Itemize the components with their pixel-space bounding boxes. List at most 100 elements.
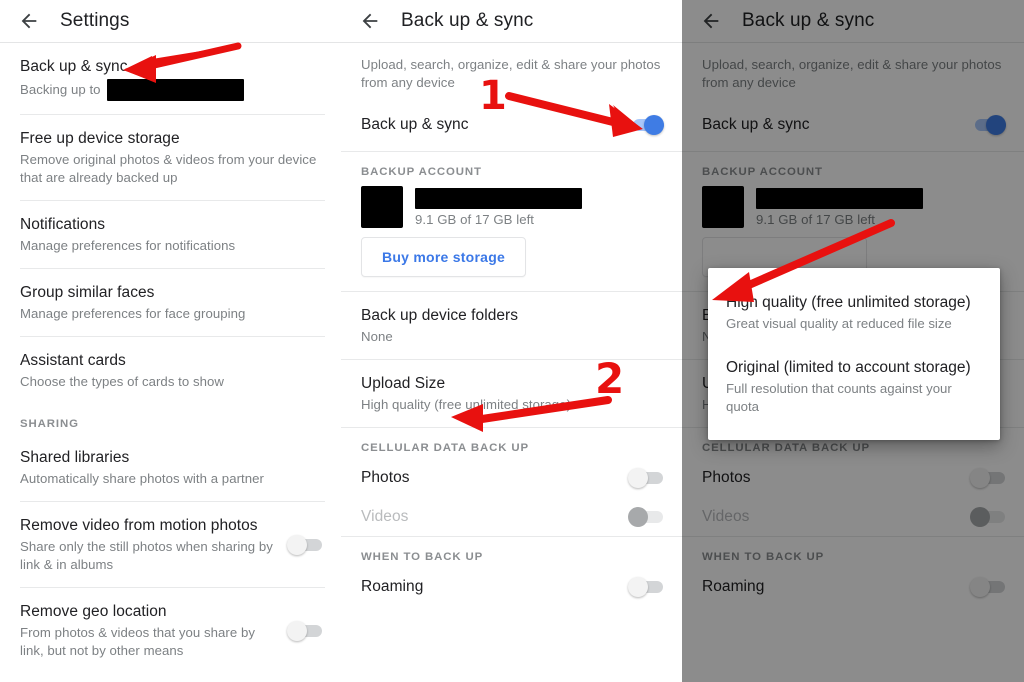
settings-item-remove-geo-location[interactable]: Remove geo location From photos & videos… [0, 588, 341, 673]
section-header-cellular: CELLULAR DATA BACK UP [361, 442, 530, 454]
toggle-cellular-photos[interactable] [970, 467, 1006, 488]
settings-item-title: Shared libraries [20, 449, 130, 466]
settings-item-title: Group similar faces [20, 284, 155, 301]
arrow-back-icon[interactable] [359, 10, 381, 32]
toggle-thumb [628, 506, 648, 527]
section-header-sharing: SHARING [20, 418, 79, 430]
toggle-backup-sync[interactable] [628, 114, 664, 135]
section-header-backup-account: BACKUP ACCOUNT [702, 166, 823, 178]
toggle-thumb [628, 576, 648, 597]
section-header-when-to-back-up: WHEN TO BACK UP [361, 551, 484, 563]
account-storage-text: 9.1 GB of 17 GB left [415, 212, 535, 227]
toggle-thumb [287, 534, 307, 555]
redacted-account-email-bar [415, 188, 582, 209]
dialog-option-subtitle: Full resolution that counts against your… [726, 381, 952, 414]
settings-item-subtitle: Choose the types of cards to show [20, 374, 224, 389]
backup-account-row[interactable]: 9.1 GB of 17 GB left [341, 182, 682, 231]
toggle-remove-geo-location[interactable] [287, 620, 323, 641]
when-item-roaming[interactable]: Roaming [341, 567, 682, 606]
redacted-account-bar [106, 79, 244, 101]
settings-item-shared-libraries[interactable]: Shared libraries Automatically share pho… [0, 434, 341, 501]
cellular-item-videos[interactable]: Videos [341, 497, 682, 536]
dialog-option-title: High quality (free unlimited storage) [726, 294, 971, 311]
redacted-avatar [361, 186, 403, 228]
backup-device-folders-title: Back up device folders [361, 307, 519, 324]
when-item-title: Roaming [702, 578, 765, 595]
settings-item-title: Remove video from motion photos [20, 517, 258, 534]
panel-upload-size-dialog: Back up & sync Upload, search, organize,… [682, 0, 1024, 682]
account-storage-text: 9.1 GB of 17 GB left [756, 212, 876, 227]
page-title: Back up & sync [401, 10, 534, 31]
upload-size-row[interactable]: Upload Size High quality (free unlimited… [341, 360, 682, 427]
backup-sync-toggle-row[interactable]: Back up & sync [341, 98, 682, 151]
backup-sync-toggle-row[interactable]: Back up & sync [682, 98, 1024, 151]
backup-description: Upload, search, organize, edit & share y… [341, 43, 682, 98]
arrow-back-icon[interactable] [18, 10, 40, 32]
upload-size-dialog: High quality (free unlimited storage) Gr… [708, 268, 1000, 440]
appbar-settings: Settings [0, 0, 341, 42]
cellular-item-photos[interactable]: Photos [341, 458, 682, 497]
dialog-option-original[interactable]: Original (limited to account storage) Fu… [708, 343, 1000, 426]
backup-sync-toggle-label: Back up & sync [702, 116, 810, 133]
toggle-thumb [970, 506, 990, 527]
backup-sync-toggle-label: Back up & sync [361, 116, 469, 133]
toggle-cellular-photos[interactable] [628, 467, 664, 488]
backup-device-folders-row[interactable]: Back up device folders None [341, 292, 682, 359]
toggle-backup-sync[interactable] [970, 114, 1006, 135]
dialog-option-high-quality[interactable]: High quality (free unlimited storage) Gr… [708, 284, 1000, 343]
toggle-cellular-videos[interactable] [628, 506, 664, 527]
backing-up-to-text: Backing up to [20, 82, 101, 97]
section-header-backup-account: BACKUP ACCOUNT [361, 166, 482, 178]
cellular-item-title: Videos [361, 508, 409, 525]
backup-account-texts: 9.1 GB of 17 GB left [756, 186, 923, 229]
settings-item-title: Assistant cards [20, 352, 126, 369]
toggle-thumb [644, 114, 664, 135]
dialog-option-subtitle: Great visual quality at reduced file siz… [726, 316, 952, 331]
cellular-item-title: Photos [361, 469, 410, 486]
upload-size-title: Upload Size [361, 375, 446, 392]
backup-description-text: Upload, search, organize, edit & share y… [702, 57, 1002, 90]
toggle-remove-video-motion-photos[interactable] [287, 534, 323, 555]
buy-more-storage-button[interactable]: Buy more storage [361, 237, 527, 277]
appbar-backup-sync: Back up & sync [682, 0, 1024, 42]
settings-item-free-up-storage[interactable]: Free up device storage Remove original p… [0, 115, 341, 200]
settings-item-subtitle: Manage preferences for notifications [20, 238, 236, 253]
cellular-item-photos[interactable]: Photos [682, 458, 1024, 497]
backup-description-text: Upload, search, organize, edit & share y… [361, 57, 661, 90]
toggle-cellular-videos[interactable] [970, 506, 1006, 527]
settings-item-title: Free up device storage [20, 130, 180, 147]
when-item-roaming[interactable]: Roaming [682, 567, 1024, 606]
settings-item-subtitle: Automatically share photos with a partne… [20, 471, 264, 486]
appbar-backup-sync: Back up & sync [341, 0, 682, 42]
backup-description: Upload, search, organize, edit & share y… [682, 43, 1024, 98]
settings-item-title: Notifications [20, 216, 106, 233]
redacted-account-email-bar [756, 188, 923, 209]
settings-item-assistant-cards[interactable]: Assistant cards Choose the types of card… [0, 337, 341, 404]
screenshot-stage: Settings Back up & sync Backing up to Fr… [0, 0, 1024, 682]
backup-account-texts: 9.1 GB of 17 GB left [415, 186, 582, 229]
settings-item-remove-video-motion-photos[interactable]: Remove video from motion photos Share on… [0, 502, 341, 587]
settings-item-subtitle: From photos & videos that you share by l… [20, 625, 255, 658]
page-title: Back up & sync [742, 10, 875, 31]
settings-item-subtitle: Remove original photos & videos from you… [20, 152, 317, 185]
toggle-thumb [970, 467, 990, 488]
toggle-thumb [970, 576, 990, 597]
cellular-item-title: Photos [702, 469, 751, 486]
settings-item-backup-sync[interactable]: Back up & sync Backing up to [0, 43, 341, 114]
backup-device-folders-value: None [361, 329, 393, 344]
cellular-item-videos[interactable]: Videos [682, 497, 1024, 536]
settings-item-subtitle: Share only the still photos when sharing… [20, 539, 273, 572]
settings-item-notifications[interactable]: Notifications Manage preferences for not… [0, 201, 341, 268]
backup-account-row[interactable]: 9.1 GB of 17 GB left [682, 182, 1024, 231]
panel-settings: Settings Back up & sync Backing up to Fr… [0, 0, 341, 682]
settings-item-group-similar-faces[interactable]: Group similar faces Manage preferences f… [0, 269, 341, 336]
toggle-thumb [628, 467, 648, 488]
upload-size-value: High quality (free unlimited storage) [361, 397, 572, 412]
arrow-back-icon[interactable] [700, 10, 722, 32]
toggle-roaming[interactable] [970, 576, 1006, 597]
settings-item-title: Back up & sync [20, 58, 128, 75]
toggle-thumb [287, 620, 307, 641]
panel-backup-sync: Back up & sync Upload, search, organize,… [341, 0, 682, 682]
toggle-roaming[interactable] [628, 576, 664, 597]
settings-item-title: Remove geo location [20, 603, 167, 620]
